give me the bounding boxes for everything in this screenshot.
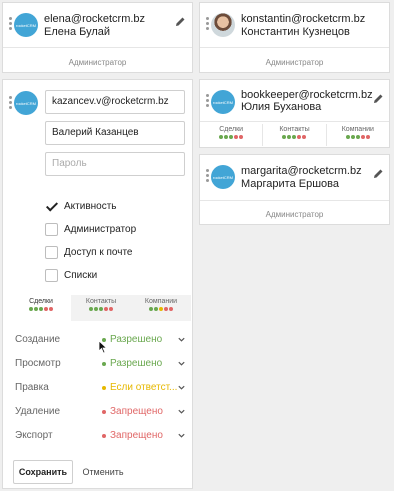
permission-row-view[interactable]: Просмотр Разрешено [15, 358, 191, 372]
user-name: Юлия Буханова [241, 101, 322, 113]
permission-value-text: Разрешено [110, 334, 163, 345]
avatar [211, 13, 235, 37]
status-dot [102, 361, 106, 366]
save-button[interactable]: Сохранить [13, 460, 73, 484]
permission-dots [327, 135, 389, 139]
permission-label: Экспорт [15, 430, 53, 441]
user-edit-card: rocketCRM kazancev.v@rocketcrm.bz Валери… [2, 79, 193, 489]
user-card-bookkeeper[interactable]: rocketCRM bookkeeper@rocketcrm.bz Юлия Б… [199, 79, 390, 148]
checkbox-icon[interactable] [45, 269, 58, 282]
checkbox-lists[interactable]: Списки [45, 269, 97, 282]
drag-handle-icon[interactable] [206, 17, 209, 30]
tab-deals[interactable]: Сделки [11, 295, 71, 321]
status-dot [102, 433, 106, 438]
drag-handle-icon[interactable] [206, 94, 209, 107]
tab-deals[interactable]: Сделки [200, 124, 264, 146]
permission-value-text: Запрещено [110, 430, 163, 441]
user-email: elena@rocketcrm.bz [44, 13, 146, 25]
permission-dots [71, 307, 131, 311]
checkbox-active[interactable]: Активность [45, 200, 117, 213]
tab-label: Сделки [29, 298, 53, 305]
status-dot [102, 385, 106, 390]
permission-value[interactable]: Запрещено [102, 430, 163, 441]
permission-dots [263, 135, 325, 139]
permission-dots [11, 307, 71, 311]
tab-label: Контакты [85, 298, 117, 305]
permission-tabs: Сделки Контакты Компании [11, 295, 191, 321]
user-name: Маргарита Ершова [241, 178, 339, 190]
checkbox-icon[interactable] [45, 223, 58, 236]
permission-label: Создание [15, 334, 61, 345]
tab-label: Компании [341, 126, 374, 133]
tab-label: Контакты [279, 126, 310, 133]
drag-handle-icon[interactable] [9, 17, 12, 30]
checkbox-label: Доступ к почте [64, 247, 133, 258]
permission-row-export[interactable]: Экспорт Запрещено [15, 430, 191, 444]
user-name: Елена Булай [44, 26, 111, 38]
chevron-down-icon[interactable] [177, 359, 186, 368]
password-field[interactable]: Пароль [45, 152, 185, 176]
avatar: rocketCRM [211, 90, 235, 114]
user-email: konstantin@rocketcrm.bz [241, 13, 366, 25]
divider [200, 121, 389, 122]
tab-contacts[interactable]: Контакты [71, 295, 131, 321]
user-card-margarita[interactable]: rocketCRM margarita@rocketcrm.bz Маргари… [199, 154, 390, 225]
divider [200, 200, 389, 201]
tab-contacts[interactable]: Контакты [263, 124, 327, 146]
edit-pencil-icon[interactable] [174, 16, 186, 28]
email-field[interactable]: kazancev.v@rocketcrm.bz [45, 90, 185, 114]
permission-value-text: Если ответст... [110, 382, 178, 393]
checkbox-label: Списки [64, 270, 98, 281]
tab-companies[interactable]: Компании [327, 124, 389, 146]
checkbox-icon[interactable] [45, 246, 58, 259]
permission-row-edit[interactable]: Правка Если ответст... [15, 382, 191, 396]
divider [3, 47, 192, 48]
drag-handle-icon[interactable] [206, 169, 209, 182]
chevron-down-icon[interactable] [177, 383, 186, 392]
avatar: rocketCRM [211, 165, 235, 189]
divider [200, 47, 389, 48]
permission-row-delete[interactable]: Удаление Запрещено [15, 406, 191, 420]
chevron-down-icon[interactable] [177, 335, 186, 344]
checkbox-admin[interactable]: Администратор [45, 223, 136, 236]
user-card-konstantin[interactable]: konstantin@rocketcrm.bz Константин Кузне… [199, 2, 390, 73]
checkbox-label: Администратор [64, 224, 137, 235]
permission-value[interactable]: Если ответст... [102, 382, 177, 393]
user-name: Константин Кузнецов [241, 26, 350, 38]
user-card-elena[interactable]: rocketCRM elena@rocketcrm.bz Елена Булай… [2, 2, 193, 73]
tab-label: Сделки [219, 126, 244, 133]
name-field[interactable]: Валерий Казанцев [45, 121, 185, 145]
avatar: rocketCRM [14, 91, 38, 115]
permission-label: Правка [15, 382, 49, 393]
permission-value[interactable]: Разрешено [102, 358, 162, 369]
chevron-down-icon[interactable] [177, 431, 186, 440]
chevron-down-icon[interactable] [177, 407, 186, 416]
user-email: margarita@rocketcrm.bz [241, 165, 362, 177]
permission-label: Просмотр [15, 358, 61, 369]
checkbox-mail-access[interactable]: Доступ к почте [45, 246, 132, 259]
checkbox-label: Активность [64, 201, 117, 212]
permission-value-text: Разрешено [110, 358, 163, 369]
mouse-cursor-icon [98, 340, 108, 354]
checkbox-checked-icon[interactable] [45, 200, 58, 213]
permission-value[interactable]: Запрещено [102, 406, 163, 417]
drag-handle-icon[interactable] [9, 96, 12, 109]
avatar: rocketCRM [14, 13, 38, 37]
permission-dots [200, 135, 262, 139]
status-dot [102, 409, 106, 414]
permission-value[interactable]: Разрешено [102, 334, 162, 345]
tab-companies[interactable]: Компании [131, 295, 191, 321]
edit-pencil-icon[interactable] [372, 93, 384, 105]
permission-dots [131, 307, 191, 311]
cancel-button[interactable]: Отменить [77, 460, 129, 484]
permission-value-text: Запрещено [110, 406, 163, 417]
user-role: Администратор [265, 58, 324, 67]
tab-label: Компании [144, 298, 178, 305]
user-email: bookkeeper@rocketcrm.bz [241, 89, 373, 101]
user-role: Администратор [265, 210, 324, 219]
entity-tabs: Сделки Контакты Компании [200, 124, 389, 146]
permission-label: Удаление [15, 406, 61, 417]
user-role: Администратор [68, 58, 127, 67]
edit-pencil-icon[interactable] [372, 168, 384, 180]
